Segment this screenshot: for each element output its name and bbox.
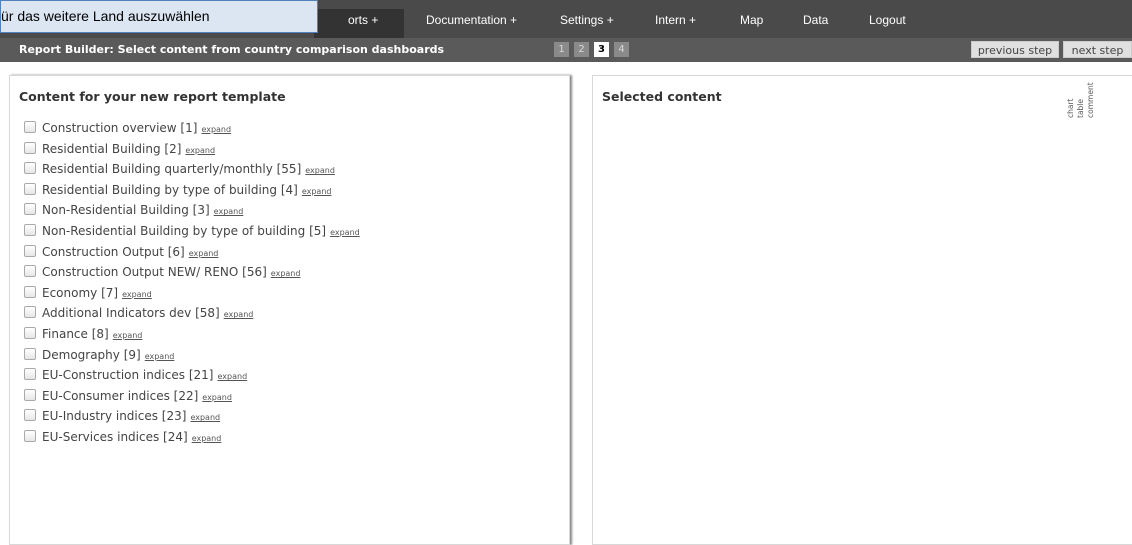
nav-item-settings[interactable]: Settings + — [560, 13, 614, 27]
content-item-label: Residential Building quarterly/monthly [… — [42, 162, 302, 177]
nav-item-logout[interactable]: Logout — [869, 13, 906, 27]
expand-link[interactable]: expand — [218, 372, 248, 381]
content-item-label: Demography [9] — [42, 347, 141, 362]
tooltip-text: ür das weitere Land auszuwählen — [1, 8, 210, 24]
nav-item-intern[interactable]: Intern + — [655, 13, 696, 27]
list-item: Construction Output NEW/ RENO [56] expand — [24, 265, 300, 281]
list-item: EU-Services indices [24] expand — [24, 430, 221, 446]
selected-content-panel: Selected content chart table comment — [592, 75, 1132, 545]
column-header-comment: comment — [1086, 82, 1095, 118]
nav-item-map[interactable]: Map — [740, 13, 763, 27]
report-builder-header: Report Builder: Select content from coun… — [0, 38, 1132, 62]
expand-link[interactable]: expand — [185, 146, 215, 155]
content-checkbox[interactable] — [24, 141, 36, 154]
content-item-label: EU-Construction indices [21] — [42, 368, 214, 383]
page-title: Report Builder: Select content from coun… — [19, 43, 445, 56]
content-checkbox[interactable] — [24, 306, 36, 319]
expand-link[interactable]: expand — [189, 249, 219, 258]
content-item-label: Non-Residential Building by type of buil… — [42, 224, 327, 238]
content-checkbox[interactable] — [24, 347, 36, 360]
nav-item-reports[interactable]: orts + — [348, 13, 378, 27]
content-list-panel: Content for your new report template Con… — [9, 75, 570, 545]
expand-link[interactable]: expand — [305, 166, 335, 175]
content-checkbox[interactable] — [24, 203, 36, 216]
next-step-button[interactable]: next step — [1063, 41, 1132, 58]
list-item: EU-Consumer indices [22] expand — [24, 388, 232, 405]
content-checkbox[interactable] — [24, 368, 36, 381]
list-item: Additional Indicators dev [58] expand — [24, 306, 253, 322]
expand-link[interactable]: expand — [192, 434, 222, 443]
content-item-label: Construction Output NEW/ RENO [56] — [42, 265, 267, 280]
list-item: Non-Residential Building by type of buil… — [24, 224, 360, 240]
content-item-label: Economy [7] — [42, 285, 119, 300]
column-header-table: table — [1076, 99, 1085, 118]
list-item: Non-Residential Building [3] expand — [24, 203, 243, 219]
content-checkbox[interactable] — [24, 162, 36, 175]
list-item: EU-Industry indices [23] expand — [24, 409, 220, 425]
list-item: Residential Building [2] expand — [24, 141, 215, 158]
expand-link[interactable]: expand — [271, 269, 301, 278]
content-checkbox[interactable] — [24, 182, 36, 195]
content-item-label: Additional Indicators dev [58] — [42, 306, 220, 321]
content-item-label: EU-Consumer indices [22] — [42, 388, 199, 403]
expand-link[interactable]: expand — [190, 413, 220, 422]
list-item: Residential Building quarterly/monthly [… — [24, 162, 335, 178]
list-item: Economy [7] expand — [24, 285, 152, 302]
content-item-label: Residential Building [2] — [42, 141, 182, 156]
list-item: Construction overview [1] expand — [24, 121, 231, 137]
list-item: Residential Building by type of building… — [24, 182, 332, 199]
content-checkbox[interactable] — [24, 265, 36, 278]
column-header-chart: chart — [1066, 98, 1075, 119]
content-item-label: EU-Industry indices [23] — [42, 409, 187, 424]
content-checkbox[interactable] — [24, 244, 36, 257]
content-item-label: Construction Output [6] — [42, 244, 185, 259]
expand-link[interactable]: expand — [201, 125, 231, 134]
content-item-label: EU-Services indices [24] — [42, 430, 188, 444]
expand-link[interactable]: expand — [145, 352, 175, 361]
help-tooltip: ür das weitere Land auszuwählen — [0, 0, 318, 33]
expand-link[interactable]: expand — [202, 393, 232, 402]
nav-item-data[interactable]: Data — [803, 13, 828, 27]
content-checkbox[interactable] — [24, 327, 36, 339]
content-item-label: Finance [8] — [42, 327, 109, 341]
expand-link[interactable]: expand — [122, 290, 152, 299]
previous-step-button[interactable]: previous step — [971, 41, 1059, 58]
expand-link[interactable]: expand — [224, 310, 254, 319]
expand-link[interactable]: expand — [330, 228, 360, 237]
content-checkbox[interactable] — [24, 388, 36, 401]
content-item-label: Non-Residential Building [3] — [42, 203, 210, 218]
content-checkbox[interactable] — [24, 430, 36, 442]
step-3-current[interactable]: 3 — [594, 42, 609, 57]
content-panel-title: Content for your new report template — [19, 89, 286, 104]
list-item: Construction Output [6] expand — [24, 244, 219, 261]
content-checkbox[interactable] — [24, 409, 36, 422]
list-item: Demography [9] expand — [24, 347, 175, 364]
expand-link[interactable]: expand — [214, 207, 244, 216]
content-checkbox[interactable] — [24, 121, 36, 133]
expand-link[interactable]: expand — [302, 187, 332, 196]
step-4-button[interactable]: 4 — [614, 42, 629, 57]
selected-content-title: Selected content — [602, 89, 722, 104]
content-item-label: Residential Building by type of building… — [42, 182, 298, 197]
content-checkbox[interactable] — [24, 224, 36, 236]
content-item-label: Construction overview [1] — [42, 121, 198, 135]
step-1-button[interactable]: 1 — [554, 42, 569, 57]
nav-item-documentation[interactable]: Documentation + — [426, 13, 517, 27]
step-2-button[interactable]: 2 — [574, 42, 589, 57]
list-item: EU-Construction indices [21] expand — [24, 368, 247, 384]
list-item: Finance [8] expand — [24, 327, 142, 343]
expand-link[interactable]: expand — [113, 331, 143, 340]
content-checkbox[interactable] — [24, 285, 36, 298]
